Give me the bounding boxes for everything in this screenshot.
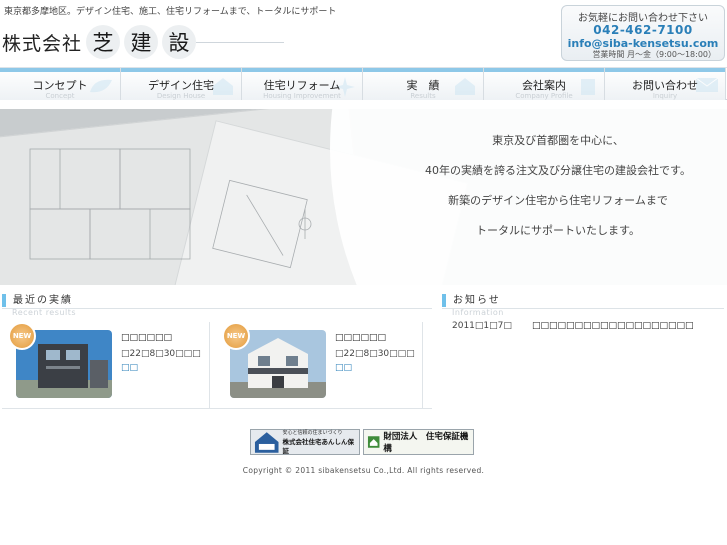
nav-item-concept[interactable]: コンセプト Concept: [0, 68, 121, 100]
nav-item-company[interactable]: 会社案内 Company Profile: [484, 68, 605, 100]
anshin-house-icon: [254, 432, 279, 453]
nav-label: 会社案内: [522, 79, 566, 92]
nav-item-inquiry[interactable]: お問い合わせ Inquiry: [605, 68, 726, 100]
banner-anshin-name: 株式会社住宅あんしん保証: [282, 437, 354, 455]
global-nav: コンセプト Concept デザイン住宅 Design House 住宅リフォー…: [0, 67, 727, 100]
nav-item-reform[interactable]: 住宅リフォーム Housing Improvement: [242, 68, 363, 100]
contact-hours: 営業時間 月～金（9:00～18:00）: [592, 50, 716, 59]
results-bottom-divider: [2, 408, 432, 409]
results-subheading: Recent results: [12, 308, 76, 317]
new-badge: NEW: [8, 322, 36, 350]
nav-accent-bar: [0, 68, 120, 72]
news-date: 2011□1□7□: [452, 321, 512, 331]
hero-banner: 東京及び首都圏を中心に、 40年の実績を誇る注文及び分譲住宅の建設会社です。 新…: [0, 109, 727, 285]
nav-accent-bar: [121, 68, 241, 72]
nav-accent-bar: [605, 68, 725, 72]
banner-anshin-hoshou[interactable]: 安心と信頼の住まいづくり 株式会社住宅あんしん保証: [250, 429, 360, 455]
news-heading: お知らせ: [442, 294, 501, 307]
nav-label: 実 績: [406, 79, 440, 92]
banner-jutaku-hoshou-kikou[interactable]: 財団法人 住宅保証機構: [363, 429, 474, 455]
contact-tel[interactable]: 042-462-7100: [562, 24, 724, 37]
logo-char-3: 設: [162, 25, 197, 59]
nav-label: 住宅リフォーム: [263, 79, 341, 92]
hero-copy-line: 新築のデザイン住宅から住宅リフォームまで: [448, 194, 668, 207]
news-subheading: Information: [452, 308, 504, 317]
logo-char-2: 建: [124, 25, 159, 59]
results-vertical-divider: [209, 322, 210, 408]
logo-corp-text: 株式会社: [2, 32, 83, 55]
news-divider: [442, 308, 724, 309]
result-link[interactable]: □□: [335, 363, 352, 373]
new-badge: NEW: [222, 322, 250, 350]
copyright-text: Copyright © 2011 sibakensetsu Co.,Ltd. A…: [242, 466, 485, 475]
contact-heading: お気軽にお問い合わせ下さい: [578, 13, 708, 24]
result-date: □22□8□30□□□: [335, 349, 415, 359]
nav-label: デザイン住宅: [148, 79, 214, 92]
hoshou-logo-icon: [367, 436, 380, 448]
results-heading: 最近の実績: [2, 294, 73, 307]
nav-item-design-house[interactable]: デザイン住宅 Design House: [121, 68, 242, 100]
nav-item-results[interactable]: 実 績 Results: [363, 68, 484, 100]
nav-accent-bar: [484, 68, 604, 72]
news-title[interactable]: □□□□□□□□□□□□□□□□□□□: [532, 321, 694, 331]
header-tagline: 東京都多摩地区。デザイン住宅、施工、住宅リフォームまで、トータルにサポート: [4, 7, 337, 17]
nav-label: コンセプト: [32, 79, 88, 92]
results-vertical-divider: [422, 322, 423, 408]
logo-char-1: 芝: [86, 25, 121, 59]
result-title: □□□□□□: [121, 333, 173, 343]
result-date: □22□8□30□□□: [121, 349, 201, 359]
nav-accent-bar: [242, 68, 362, 72]
site-logo[interactable]: 株式会社 芝 建 設: [2, 24, 197, 60]
blueprint-drawing-image: [29, 148, 312, 269]
banner-anshin-tagline: 安心と信頼の住まいづくり: [282, 429, 343, 436]
nav-accent-bar: [363, 68, 483, 72]
contact-email[interactable]: info@siba-kensetsu.com: [562, 37, 724, 50]
result-card[interactable]: NEW □□□□□□ □22□8□30□□□ □□: [8, 322, 218, 406]
results-divider: [2, 308, 432, 309]
banner-hoshou-name: 財団法人 住宅保証機構: [383, 432, 469, 454]
hero-copy: 東京及び首都圏を中心に、 40年の実績を誇る注文及び分譲住宅の建設会社です。 新…: [398, 109, 718, 246]
hero-copy-line: 東京及び首都圏を中心に、: [492, 134, 624, 147]
logo-divider: [196, 42, 284, 43]
hero-copy-line: 40年の実績を誇る注文及び分譲住宅の建設会社です。: [425, 164, 691, 177]
contact-box[interactable]: お気軽にお問い合わせ下さい 042-462-7100 info@siba-ken…: [561, 5, 725, 61]
result-card[interactable]: NEW □□□□□□ □22□8□30□□□ □□: [222, 322, 432, 406]
result-title: □□□□□□: [335, 333, 387, 343]
result-link[interactable]: □□: [121, 363, 138, 373]
nav-label: お問い合わせ: [632, 79, 698, 92]
page-root: 東京都多摩地区。デザイン住宅、施工、住宅リフォームまで、トータルにサポート 株式…: [0, 0, 727, 545]
hero-copy-line: トータルにサポートいたします。: [476, 224, 640, 237]
